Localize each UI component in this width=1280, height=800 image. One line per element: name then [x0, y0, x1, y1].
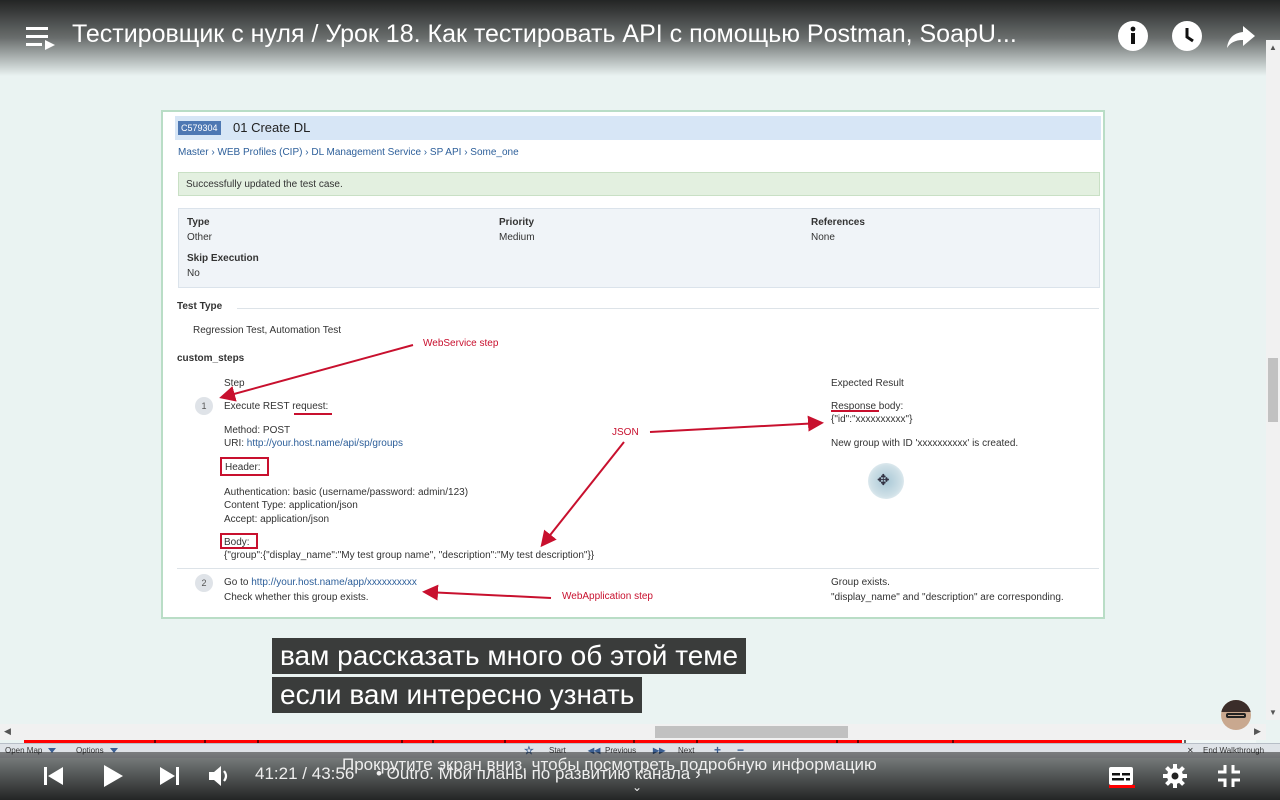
player-controls: Прокрутите экран вниз, чтобы посмотреть … — [0, 752, 1280, 800]
settings-gear-icon[interactable] — [1161, 762, 1189, 790]
json-arrow-response — [649, 415, 824, 433]
scroll-left-icon[interactable]: ◀ — [4, 726, 11, 737]
horizontal-scroll-thumb[interactable] — [655, 726, 848, 738]
vertical-scrollbar[interactable]: ▲ ▼ — [1266, 40, 1280, 720]
playlist-menu-icon[interactable] — [26, 24, 56, 52]
watch-later-icon[interactable] — [1171, 20, 1203, 52]
info-icon[interactable] — [1117, 20, 1149, 52]
webapp-arrow — [422, 584, 552, 601]
json-arrow-body — [540, 441, 625, 548]
scroll-up-icon[interactable]: ▲ — [1269, 43, 1277, 52]
previous-video-icon[interactable] — [40, 762, 68, 790]
play-icon[interactable] — [98, 762, 126, 790]
caption-line-1: вам рассказать много об этой теме — [272, 638, 747, 674]
volume-icon[interactable] — [205, 762, 233, 790]
share-icon[interactable] — [1225, 20, 1257, 52]
scroll-down-icon[interactable]: ▼ — [1269, 708, 1277, 717]
caption-line-2: если вам интересно узнать — [272, 677, 643, 713]
subtitles-active-indicator — [1109, 785, 1135, 788]
current-time: 41:21 — [255, 764, 298, 783]
horizontal-scrollbar[interactable]: ◀ ▶ — [0, 724, 1266, 740]
video-frame-slide: C579304 01 Create DL Master › WEB Profil… — [161, 110, 1105, 619]
webservice-arrow — [219, 344, 414, 402]
chevron-down-icon[interactable]: ⌄ — [632, 780, 642, 794]
vertical-scroll-thumb[interactable] — [1268, 358, 1278, 422]
exit-fullscreen-icon[interactable] — [1215, 762, 1243, 790]
chapter-title[interactable]: • Outro. Мои планы по развитию канала › — [376, 764, 701, 784]
annotation-arrows — [219, 344, 824, 601]
video-title[interactable]: Тестировщик с нуля / Урок 18. Как тестир… — [72, 20, 1107, 49]
time-separator: / — [302, 764, 308, 783]
scroll-right-icon[interactable]: ▶ — [1254, 726, 1261, 737]
player-top-bar: Тестировщик с нуля / Урок 18. Как тестир… — [0, 0, 1280, 76]
total-time: 43:56 — [311, 764, 355, 783]
time-display: 41:21 / 43:56 — [255, 764, 354, 784]
next-video-icon[interactable] — [155, 762, 183, 790]
presenter-avatar — [1221, 700, 1251, 730]
